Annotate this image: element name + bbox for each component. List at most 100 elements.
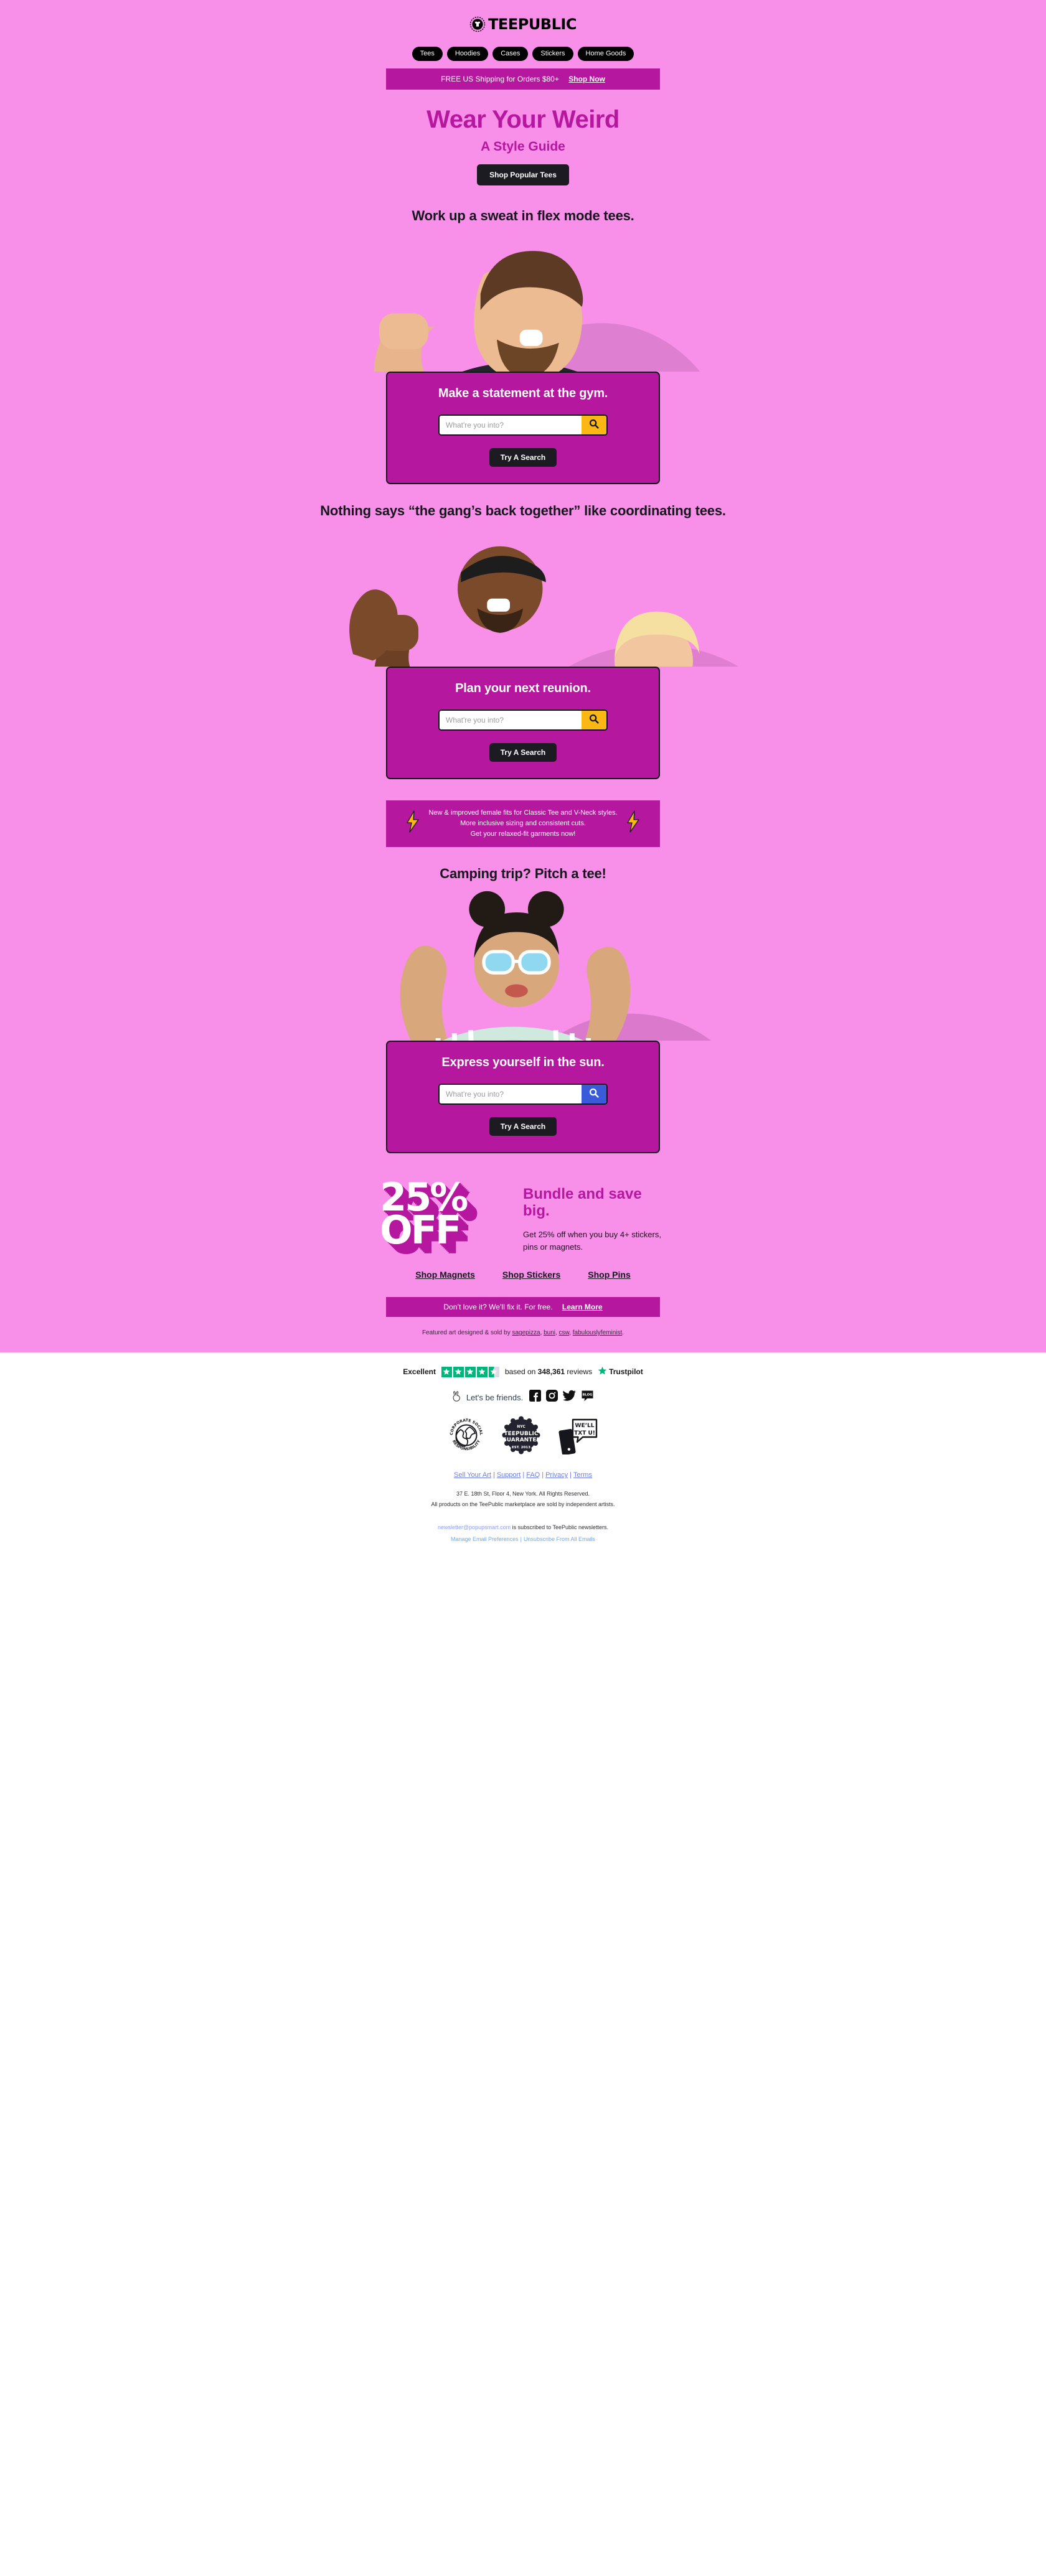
social-row: Let's be friends. BLOG (0, 1390, 1046, 1405)
link-separator: | (492, 1471, 495, 1479)
subscriber-email-link[interactable]: newsletter@popupsmart.com (438, 1524, 511, 1530)
svg-text:TEEPUBLIC: TEEPUBLIC (504, 1431, 539, 1437)
try-a-search-button-1[interactable]: Try A Search (489, 447, 557, 467)
search-submit-button-2[interactable] (582, 710, 606, 729)
unsubscribe-link[interactable]: Unsubscribe From All Emails (524, 1536, 595, 1542)
bundle-promo-section: 25% OFF Bundle and save big. Get 25% off… (380, 1178, 666, 1253)
artist-link-fabulouslyfeminist[interactable]: fabulouslyfeminist (573, 1329, 622, 1336)
discount-off: OFF (380, 1207, 461, 1253)
terms-link[interactable]: Terms (573, 1471, 592, 1479)
search-bar-3 (438, 1083, 608, 1105)
star-icon-5-half (488, 1366, 499, 1377)
search-icon (589, 1088, 599, 1100)
based-on-suffix: reviews (565, 1367, 593, 1377)
faq-link[interactable]: FAQ (526, 1471, 540, 1479)
search-submit-button-1[interactable] (582, 415, 606, 434)
lightning-bolt-icon-left (406, 810, 420, 836)
star-icon-2 (453, 1366, 464, 1377)
link-separator: | (520, 1536, 522, 1543)
subscription-notice: newsletter@popupsmart.com is subscribed … (0, 1522, 1046, 1545)
trustpilot-brand: Trustpilot (598, 1366, 643, 1377)
legal-text: 37 E. 18th St, Floor 4, New York. All Ri… (0, 1489, 1046, 1510)
section-headline-2: Nothing says “the gang’s back together” … (320, 502, 726, 518)
shop-pins-link[interactable]: Shop Pins (588, 1270, 630, 1280)
learn-more-link[interactable]: Learn More (562, 1303, 603, 1311)
guarantee-text: Don’t love it? We’ll fix it. For free. (443, 1303, 553, 1312)
blog-icon[interactable]: BLOG (581, 1390, 594, 1405)
hero-subtitle: A Style Guide (481, 139, 565, 154)
section-headline-3: Camping trip? Pitch a tee! (440, 865, 606, 881)
nav-item-stickers[interactable]: Stickers (532, 47, 573, 62)
bundle-title: Bundle and save big. (523, 1185, 642, 1220)
shop-popular-tees-button[interactable]: Shop Popular Tees (477, 164, 569, 186)
search-submit-button-3[interactable] (582, 1084, 606, 1103)
search-input-1[interactable] (440, 415, 582, 434)
artist-link-csw[interactable]: csw (559, 1329, 570, 1336)
teepublic-guarantee-badge: NYC TEEPUBLIC GUARANTEE EST. 2013 (502, 1416, 540, 1458)
search-card-2: Plan your next reunion. Try A Search (386, 666, 660, 779)
svg-text:WE’LL: WE’LL (575, 1423, 595, 1429)
twitter-icon[interactable] (563, 1390, 577, 1405)
shop-now-link[interactable]: Shop Now (568, 75, 605, 83)
attribution-suffix: . (622, 1329, 624, 1337)
trustpilot-stars (441, 1366, 499, 1377)
brand-logo[interactable]: TEEPUBLIC (0, 5, 1046, 40)
artist-link-buni[interactable]: buni (544, 1329, 555, 1336)
photo-flex-mode-man (0, 228, 1046, 372)
privacy-link[interactable]: Privacy (545, 1471, 568, 1479)
link-separator: | (522, 1471, 525, 1479)
promo-line-1: New & improved female fits for Classic T… (428, 808, 618, 817)
hero-section: Wear Your Weird A Style Guide Shop Popul… (0, 93, 1046, 189)
svg-text:NYC: NYC (517, 1425, 525, 1429)
discount-graphic: 25% OFF (380, 1178, 504, 1253)
search-input-2[interactable] (440, 710, 582, 729)
sell-your-art-link[interactable]: Sell Your Art (454, 1471, 491, 1479)
new-fits-promo-banner: New & improved female fits for Classic T… (386, 800, 660, 847)
shop-magnets-link[interactable]: Shop Magnets (415, 1270, 475, 1280)
shop-stickers-link[interactable]: Shop Stickers (502, 1270, 560, 1280)
nav-item-tees[interactable]: Tees (412, 47, 443, 62)
lightning-bolt-icon-right (626, 810, 640, 836)
preferences-links: Manage Email Preferences | Unsubscribe Fro… (0, 1534, 1046, 1545)
link-separator: | (542, 1471, 544, 1479)
search-input-3[interactable] (440, 1084, 582, 1103)
support-link[interactable]: Support (497, 1471, 521, 1479)
svg-text:EST. 2013: EST. 2013 (512, 1446, 530, 1450)
corporate-social-responsibility-badge: CORPORATE SOCIAL RESPONSIBILITY (447, 1416, 486, 1458)
nav-item-home-goods[interactable]: Home Goods (577, 47, 634, 62)
review-count-value: 348,361 (537, 1367, 565, 1377)
trustpilot-brand-label: Trustpilot (609, 1367, 643, 1377)
nav-item-hoodies[interactable]: Hoodies (446, 47, 489, 62)
try-a-search-button-3[interactable]: Try A Search (489, 1117, 557, 1136)
hero-title: Wear Your Weird (426, 106, 620, 134)
trustpilot-rating-label: Excellent (403, 1367, 436, 1377)
try-a-search-button-2[interactable]: Try A Search (489, 742, 557, 762)
artist-link-sagepizza[interactable]: sagepizza (512, 1329, 540, 1336)
manage-preferences-link[interactable]: Manage Email Preferences (451, 1536, 519, 1542)
search-bar-1 (438, 414, 608, 436)
category-nav: Tees Hoodies Cases Stickers Home Goods (0, 40, 1046, 68)
legal-marketplace-notice: All products on the TeePublic marketplac… (431, 1501, 615, 1508)
nav-item-cases[interactable]: Cases (492, 47, 529, 62)
promo-line-2: More inclusive sizing and consistent cut… (460, 819, 586, 827)
photo-coordinating-tees-duo: ROCK N ROLL CAT-IFORNIA (0, 523, 1046, 667)
search-card-title-1: Make a statement at the gym. (438, 386, 608, 400)
search-card-3: Express yourself in the sun. Try A Searc… (386, 1040, 660, 1153)
attribution-prefix: Featured art designed & sold by (422, 1329, 512, 1337)
trustpilot-rating[interactable]: Excellent based on 348,361 reviews Trust… (0, 1366, 1046, 1377)
artist-attribution: Featured art designed & sold by sagepizz… (422, 1329, 624, 1337)
photo-camping-woman: SASQUATCH (0, 886, 1046, 1041)
promo-text: New & improved female fits for Classic T… (428, 808, 617, 840)
trustpilot-review-count: based on 348,361 reviews (505, 1367, 592, 1376)
pink-content-area: TEEPUBLIC Tees Hoodies Cases Stickers Ho… (0, 0, 1046, 1353)
peace-hand-icon (452, 1390, 461, 1405)
based-on-prefix: based on (504, 1367, 538, 1377)
svg-text:TXT U!: TXT U! (574, 1430, 595, 1436)
instagram-icon[interactable] (546, 1390, 558, 1405)
footer-links: Sell Your Art | Support | FAQ | Privacy | Terms (0, 1471, 1046, 1479)
social-label: Let's be friends. (466, 1392, 524, 1402)
facebook-icon[interactable] (529, 1390, 542, 1405)
search-card-title-2: Plan your next reunion. (455, 681, 591, 695)
free-shipping-banner: FREE US Shipping for Orders $80+ Shop No… (386, 68, 660, 90)
bundle-shop-links: Shop Magnets Shop Stickers Shop Pins (0, 1270, 1046, 1280)
